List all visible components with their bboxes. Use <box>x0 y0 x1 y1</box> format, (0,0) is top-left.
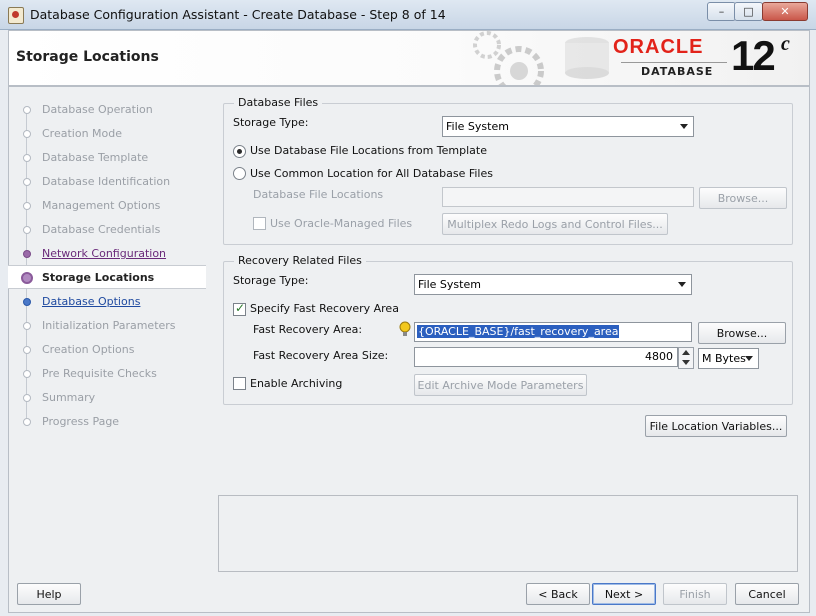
recovery-files-title: Recovery Related Files <box>234 254 366 267</box>
close-button[interactable]: ✕ <box>762 2 808 21</box>
step-navigation: Database Operation Creation Mode Databas… <box>8 92 206 492</box>
chevron-down-icon <box>745 356 753 361</box>
spinner-down-icon[interactable] <box>682 360 690 365</box>
nav-step: Database Credentials <box>8 218 206 240</box>
step-dot-icon <box>23 394 31 402</box>
lightbulb-icon[interactable] <box>399 321 411 337</box>
radio-use-template[interactable] <box>233 145 246 158</box>
maximize-button[interactable]: □ <box>734 2 763 21</box>
chevron-down-icon <box>680 124 688 129</box>
cancel-button[interactable]: Cancel <box>735 583 799 605</box>
multiplex-redo-button[interactable]: Multiplex Redo Logs and Control Files... <box>442 213 668 235</box>
nav-step: Initialization Parameters <box>8 314 206 336</box>
nav-step-storage-locations[interactable]: Storage Locations <box>8 265 206 289</box>
db-storage-type-select[interactable]: File System <box>442 116 694 137</box>
nav-step: Database Template <box>8 146 206 168</box>
archive-params-button[interactable]: Edit Archive Mode Parameters <box>414 374 587 396</box>
archiving-checkbox[interactable] <box>233 377 246 390</box>
omf-label: Use Oracle-Managed Files <box>270 217 413 230</box>
gears-graphic <box>473 31 609 85</box>
nav-step-database-options[interactable]: Database Options <box>8 290 206 312</box>
db-file-locations-input[interactable] <box>442 187 694 207</box>
fra-size-input[interactable]: 4800 <box>414 347 678 367</box>
back-button[interactable]: < Back <box>526 583 590 605</box>
oracle-database-label: DATABASE <box>641 65 714 78</box>
db-files-browse-button[interactable]: Browse... <box>699 187 787 209</box>
header-banner: Storage Locations ORACLE DATABASE 12 c <box>8 30 810 86</box>
step-dot-icon <box>23 154 31 162</box>
fra-checkbox[interactable]: ✓ <box>233 301 246 316</box>
nav-step: Database Operation <box>8 98 206 120</box>
omf-checkbox[interactable] <box>253 217 266 230</box>
fra-location-label: Fast Recovery Area: <box>253 323 363 336</box>
version-suffix: c <box>781 33 790 55</box>
recovery-storage-type-select[interactable]: File System <box>414 274 692 295</box>
nav-step: Pre Requisite Checks <box>8 362 206 384</box>
page-title: Storage Locations <box>16 49 159 65</box>
oracle-logo: ORACLE <box>613 36 703 59</box>
step-dot-icon <box>23 418 31 426</box>
step-dot-icon <box>23 250 31 258</box>
app-icon <box>8 7 24 24</box>
nav-step: Management Options <box>8 194 206 216</box>
radio-use-template-label[interactable]: Use Database File Locations from Templat… <box>250 144 487 157</box>
file-location-variables-button[interactable]: File Location Variables... <box>645 415 787 437</box>
next-button[interactable]: Next > <box>592 583 656 605</box>
minimize-button[interactable]: – <box>707 2 736 21</box>
db-file-locations-label: Database File Locations <box>253 188 384 201</box>
step-dot-icon <box>23 346 31 354</box>
archiving-label[interactable]: Enable Archiving <box>250 377 342 390</box>
window-title: Database Configuration Assistant - Creat… <box>30 7 446 22</box>
chevron-down-icon <box>678 282 686 287</box>
step-dot-icon <box>23 130 31 138</box>
nav-step: Creation Mode <box>8 122 206 144</box>
db-storage-type-label: Storage Type: <box>233 116 309 129</box>
fra-size-spinner[interactable] <box>678 347 694 369</box>
database-files-title: Database Files <box>234 96 323 109</box>
nav-step: Progress Page <box>8 410 206 432</box>
messages-pane <box>218 495 798 572</box>
step-dot-icon <box>23 322 31 330</box>
current-step-icon <box>21 272 33 284</box>
nav-step-network-configuration[interactable]: Network Configuration <box>8 242 206 264</box>
step-dot-icon <box>23 370 31 378</box>
nav-step: Database Identification <box>8 170 206 192</box>
step-dot-icon <box>23 178 31 186</box>
oracle-wordmark: ORACLE <box>613 36 704 58</box>
checkmark-icon: ✓ <box>235 301 246 315</box>
logo-rule <box>621 62 727 63</box>
fra-checkbox-label[interactable]: Specify Fast Recovery Area <box>250 302 399 315</box>
spinner-up-icon[interactable] <box>682 350 690 355</box>
step-dot-icon <box>23 106 31 114</box>
help-button[interactable]: Help <box>17 583 81 605</box>
fra-browse-button[interactable]: Browse... <box>698 322 786 344</box>
recovery-storage-type-label: Storage Type: <box>233 274 309 287</box>
step-dot-icon <box>23 202 31 210</box>
radio-common-location[interactable] <box>233 167 246 180</box>
step-dot-icon <box>23 298 31 306</box>
fra-size-unit-select[interactable]: M Bytes <box>698 348 759 369</box>
nav-step: Summary <box>8 386 206 408</box>
fra-size-label: Fast Recovery Area Size: <box>253 349 389 362</box>
fra-location-input[interactable]: {ORACLE_BASE}/fast_recovery_area <box>414 322 692 342</box>
nav-step: Creation Options <box>8 338 206 360</box>
step-dot-icon <box>23 226 31 234</box>
version-number: 12 <box>731 32 776 79</box>
finish-button[interactable]: Finish <box>663 583 727 605</box>
radio-common-location-label[interactable]: Use Common Location for All Database Fil… <box>250 167 493 180</box>
